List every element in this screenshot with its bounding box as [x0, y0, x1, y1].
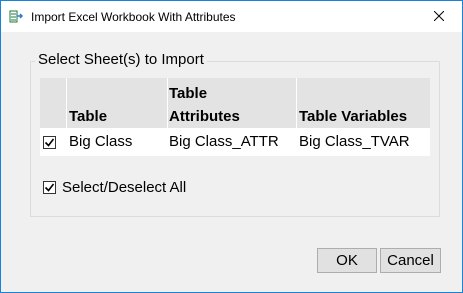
- sheets-group-legend: Select Sheet(s) to Import: [35, 51, 207, 68]
- attributes-column-label-line1: Table: [169, 85, 208, 102]
- attributes-column-label-line2: Attributes: [169, 108, 240, 125]
- workbook-import-icon: [9, 9, 24, 24]
- window-title: Import Excel Workbook With Attributes: [31, 10, 236, 24]
- row-table-attributes: Big Class_ATTR: [169, 133, 279, 150]
- variables-column-label: Table Variables: [299, 108, 408, 125]
- select-all-checkbox[interactable]: [43, 181, 56, 194]
- checkmark-icon: [44, 138, 55, 147]
- close-button[interactable]: [416, 1, 462, 32]
- cancel-button[interactable]: Cancel: [380, 248, 441, 273]
- row-select-checkbox[interactable]: [43, 136, 56, 149]
- close-icon: [433, 8, 445, 26]
- checkmark-icon: [44, 183, 55, 192]
- dialog-window: Import Excel Workbook With Attributes Se…: [0, 0, 463, 293]
- checkbox-column-header: [40, 78, 66, 128]
- sheets-table: Table Table Attributes Table Variables B…: [40, 78, 430, 156]
- row-table-name: Big Class: [69, 133, 133, 150]
- ok-button[interactable]: OK: [317, 248, 377, 273]
- select-all-label[interactable]: Select/Deselect All: [62, 179, 186, 196]
- table-column-label: Table: [69, 108, 108, 125]
- title-bar: Import Excel Workbook With Attributes: [1, 1, 462, 32]
- row-table-variables: Big Class_TVAR: [299, 133, 410, 150]
